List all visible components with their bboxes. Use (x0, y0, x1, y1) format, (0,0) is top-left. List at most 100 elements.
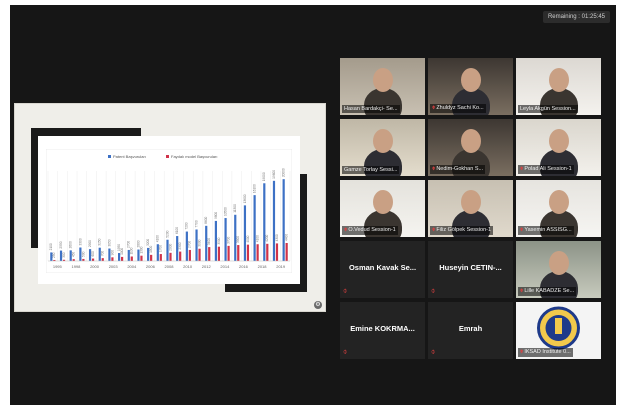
x-tick-label: 2000 (90, 264, 100, 269)
utility-bar (101, 258, 104, 261)
data-label: 1000 (120, 248, 124, 255)
data-label: 1300 (139, 246, 143, 253)
shared-screen: Patent Başvuruları Faydalı model Başvurul… (14, 103, 326, 312)
participant-name: Hasan Bardakçi- Se... (342, 105, 400, 113)
utility-bar (91, 258, 95, 261)
x-tick-label: 2008 (165, 264, 175, 269)
data-label: 300 (62, 252, 66, 258)
participant-name-text: Lille KABADZE Se... (524, 288, 575, 294)
participant-name: Huseyin CETIN-... (439, 263, 502, 272)
data-label: 3000 (197, 239, 201, 246)
participant-tile[interactable]: Hasan Bardakçi- Se... (340, 58, 425, 115)
utility-bar (188, 249, 191, 261)
muted-mic-icon: ⌽ (432, 105, 436, 111)
utility-bar (198, 248, 201, 261)
utility-bar (159, 254, 162, 261)
x-tick-label: 2003 (109, 264, 119, 269)
muted-mic-icon: ⌽ (432, 227, 436, 233)
data-label: 3300 (78, 238, 82, 245)
muted-mic-icon: ⌽ (432, 166, 436, 172)
data-label: 2550 (59, 241, 63, 248)
muted-mic-icon: ⌽ (344, 227, 348, 233)
zoom-meeting-window: Remaining : 01:25:45 Patent Başvuruları F… (10, 5, 616, 405)
data-label: 7700 (194, 220, 198, 227)
participant-face (461, 129, 481, 153)
participant-name-text: Filiz Gölpek Session-1 (436, 227, 492, 233)
muted-mic-icon: ⌽ (431, 349, 436, 356)
data-label: 600 (91, 251, 95, 257)
data-label: 4000 (246, 235, 250, 242)
participant-face (373, 68, 393, 92)
participant-face (549, 129, 569, 153)
patent-bar (243, 205, 247, 261)
muted-mic-icon: ⌽ (343, 288, 348, 295)
participant-face (549, 68, 569, 92)
participant-face (461, 68, 481, 92)
participant-tile[interactable]: Osman Kavak Se... ⌽ (340, 241, 425, 298)
data-label: 1100 (130, 247, 134, 254)
utility-bar (256, 244, 259, 261)
participant-name: Leyla Akgün Session... (518, 105, 578, 113)
view-options-icon[interactable]: ⚙ (314, 301, 322, 309)
data-label: 2900 (88, 240, 92, 247)
data-label: 700 (101, 251, 105, 257)
data-label: 19000 (262, 172, 266, 181)
participant-name: ⌽IKSAD Institute 0... (518, 348, 573, 357)
participant-tile[interactable]: Leyla Akgün Session... (516, 58, 601, 115)
data-label: 3900 (236, 236, 240, 243)
data-label: 8600 (204, 216, 208, 223)
participant-tile[interactable]: Emine KOKRMA... ⌽ (340, 302, 425, 359)
data-label: 2300 (178, 242, 182, 249)
bar-chart: Patent Başvuruları Faydalı model Başvurul… (46, 149, 292, 273)
utility-bar (121, 256, 124, 261)
x-tick-label: 2014 (220, 264, 230, 269)
data-label: 4300 (275, 234, 279, 241)
legend-swatch (166, 155, 169, 158)
data-label: 2100 (49, 243, 53, 250)
participant-tile[interactable]: Gamze Torlay Sessi... (340, 119, 425, 176)
utility-bar (217, 246, 220, 261)
utility-bar (285, 243, 288, 261)
participant-name: ⌽O.Vedud Session-1 (342, 226, 398, 235)
participant-face (549, 190, 569, 214)
participant-face (373, 190, 393, 214)
data-label: 7200 (185, 222, 189, 229)
data-label: 250 (52, 252, 56, 258)
participant-tile[interactable]: ⌽Filiz Gölpek Session-1 (428, 180, 513, 237)
patent-bar (253, 195, 256, 261)
data-label: 2000 (168, 243, 172, 250)
utility-bar (237, 245, 240, 261)
data-label: 3400 (207, 238, 211, 245)
participant-tile[interactable]: ⌽O.Vedud Session-1 (340, 180, 425, 237)
participant-name-text: Nedim-Gokhan S... (436, 166, 484, 172)
participant-tile[interactable]: Emrah ⌽ (428, 302, 513, 359)
participant-tile[interactable]: ⌽Polad Ali Session-1 (516, 119, 601, 176)
data-label: 4200 (265, 234, 269, 241)
participant-tile[interactable]: ⌽Nedim-Gokhan S... (428, 119, 513, 176)
participant-name: ⌽Zhuldyz Sachi Ko... (430, 104, 486, 113)
data-label: 11300 (233, 204, 237, 213)
participant-name-text: Polad Ali Session-1 (524, 166, 572, 172)
participant-name: ⌽Nedim-Gokhan S... (430, 165, 486, 174)
utility-bar (82, 258, 85, 261)
utility-bar (208, 247, 211, 261)
utility-bar (140, 255, 143, 261)
data-label: 1500 (149, 246, 153, 253)
participant-tile[interactable]: ⌽IKSAD Institute 0... (516, 302, 601, 359)
participant-tile[interactable]: ⌽Zhuldyz Sachi Ko... (428, 58, 513, 115)
x-tick-label: 2006 (146, 264, 156, 269)
legend-swatch (108, 155, 111, 158)
utility-bar (169, 252, 172, 261)
participant-name: Osman Kavak Se... (348, 263, 417, 272)
muted-mic-icon: ⌽ (520, 288, 524, 294)
participant-tile[interactable]: ⌽Lille KABADZE Se... (516, 241, 601, 298)
patent-bar (272, 180, 276, 261)
data-label: 3500 (217, 237, 221, 244)
utility-bar (275, 243, 279, 261)
participant-tile[interactable]: Huseyin CETIN-... ⌽ (428, 241, 513, 298)
utility-bar (111, 257, 114, 261)
participant-name: ⌽Polad Ali Session-1 (518, 165, 574, 174)
participant-tile[interactable]: ⌽Yasemin ASSISG... (516, 180, 601, 237)
data-label: 2700 (127, 241, 131, 248)
data-label: 13600 (243, 194, 247, 203)
